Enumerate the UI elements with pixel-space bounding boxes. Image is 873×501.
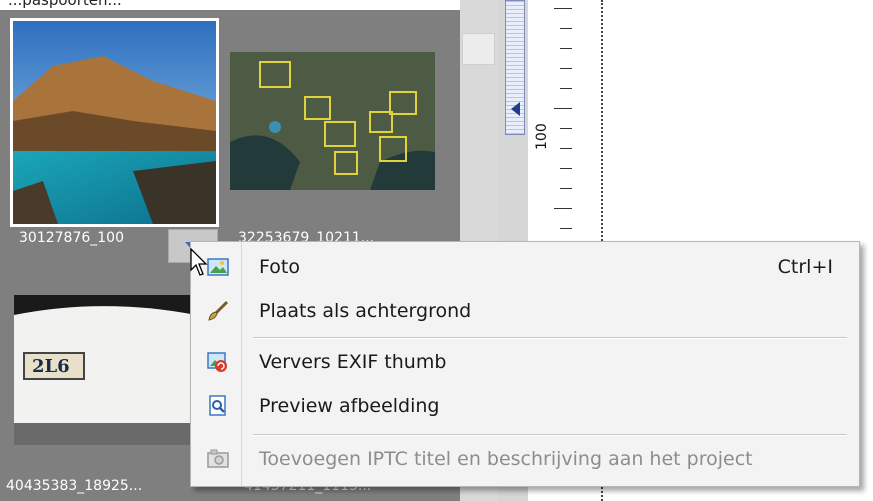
menu-item-preview-afbeelding[interactable]: Preview afbeelding — [193, 385, 857, 427]
plate-number: 2L6 — [32, 356, 70, 377]
thumbnail-plate[interactable]: 2L6 — [14, 295, 219, 445]
menu-item-label: Ververs EXIF thumb — [259, 351, 447, 373]
menu-item-label: Foto — [259, 256, 300, 278]
ruler-tick — [560, 88, 572, 89]
context-menu: Foto Ctrl+I Plaats als achtergrond Verve… — [190, 241, 860, 487]
aerial-photo — [230, 52, 435, 190]
menu-item-label: Toevoegen IPTC titel en beschrijving aan… — [259, 448, 753, 470]
mouse-pointer-icon — [190, 248, 208, 276]
scrollbar-thumb[interactable] — [462, 33, 495, 65]
menu-item-label: Preview afbeelding — [259, 395, 440, 417]
ruler-tick — [560, 168, 572, 169]
ruler-tick — [554, 208, 572, 209]
ruler-label: 100 — [534, 123, 550, 150]
thumbnail-aerial-map[interactable] — [230, 52, 435, 190]
ruler-tick — [560, 68, 572, 69]
thumbnail-coast[interactable] — [10, 18, 219, 227]
thumbnail-caption: 40435383_18925... — [6, 478, 143, 494]
preview-icon — [209, 395, 226, 416]
ruler-tick — [560, 48, 572, 49]
menu-separator — [253, 337, 847, 339]
refresh-exif-icon — [207, 352, 227, 372]
ruler-tick — [554, 108, 572, 109]
menu-item-foto[interactable]: Foto Ctrl+I — [193, 246, 857, 288]
camera-icon — [207, 449, 229, 468]
menu-item-label: Plaats als achtergrond — [259, 300, 472, 322]
menu-item-ververs-exif-thumb[interactable]: Ververs EXIF thumb — [193, 341, 857, 383]
photo-icon — [207, 258, 229, 276]
top-strip-text: ...paspoorten... — [8, 0, 122, 9]
ruler-tick — [554, 8, 572, 9]
menu-item-shortcut: Ctrl+I — [777, 256, 833, 278]
coast-photo — [13, 21, 216, 224]
ruler-tick — [560, 188, 572, 189]
ruler-marker-icon[interactable] — [511, 102, 520, 116]
ruler-tick — [560, 28, 572, 29]
ruler-tick — [560, 148, 572, 149]
menu-item-toevoegen-iptc: Toevoegen IPTC titel en beschrijving aan… — [193, 438, 857, 480]
ruler-tick — [560, 128, 572, 129]
thumbnail-caption: 30127876_100 — [19, 230, 124, 246]
ruler-tick — [560, 228, 572, 229]
top-strip: ...paspoorten... — [0, 0, 460, 10]
menu-separator — [253, 434, 847, 436]
paintbrush-icon — [208, 300, 229, 321]
menu-item-plaats-als-achtergrond[interactable]: Plaats als achtergrond — [193, 290, 857, 332]
